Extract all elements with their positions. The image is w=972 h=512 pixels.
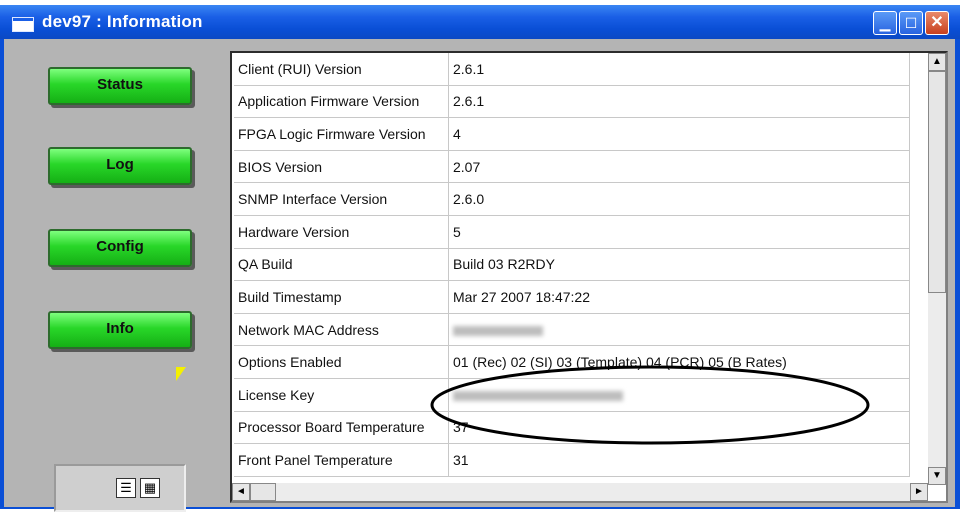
row-value: 37	[448, 411, 910, 445]
info-button[interactable]: Info	[48, 311, 192, 349]
window-icon	[12, 17, 34, 32]
row-key: Client (RUI) Version	[234, 53, 449, 86]
table-row: BIOS Version 2.07	[234, 150, 910, 184]
table-row: Build Timestamp Mar 27 2007 18:47:22	[234, 280, 910, 314]
vertical-scrollbar[interactable]: ▲ ▼	[928, 53, 946, 485]
table-row: QA Build Build 03 R2RDY	[234, 248, 910, 282]
grid-view-icon[interactable]: ▦	[140, 478, 160, 498]
row-value: Mar 27 2007 18:47:22	[448, 280, 910, 314]
scroll-down-icon[interactable]: ▼	[928, 467, 946, 485]
table-row: License Key	[234, 378, 910, 412]
row-key: Front Panel Temperature	[234, 443, 449, 477]
list-view-icon[interactable]: ☰	[116, 478, 136, 498]
row-key: BIOS Version	[234, 150, 449, 184]
scroll-up-icon[interactable]: ▲	[928, 53, 946, 71]
table-row: Application Firmware Version 2.6.1	[234, 85, 910, 119]
vertical-scroll-thumb[interactable]	[928, 71, 946, 293]
app-window: dev97 : Information ▁ ☐ ✕ Status Log Con…	[0, 5, 960, 512]
info-panel: Client (RUI) Version 2.6.1 Application Fi…	[230, 51, 948, 503]
horizontal-scroll-thumb[interactable]	[250, 483, 276, 501]
row-key: License Key	[234, 378, 449, 412]
row-value: 01 (Rec) 02 (SI) 03 (Template) 04 (PCR) …	[448, 345, 910, 379]
log-button[interactable]: Log	[48, 147, 192, 185]
row-key: FPGA Logic Firmware Version	[234, 117, 449, 151]
row-key: Application Firmware Version	[234, 85, 449, 119]
row-value	[448, 378, 910, 412]
table-row: Network MAC Address	[234, 313, 910, 347]
row-value: 4	[448, 117, 910, 151]
row-key: Processor Board Temperature	[234, 411, 449, 445]
table-row: Processor Board Temperature 37	[234, 411, 910, 445]
row-value: Build 03 R2RDY	[448, 248, 910, 282]
table-row: Options Enabled 01 (Rec) 02 (SI) 03 (Temp…	[234, 345, 910, 379]
scroll-left-icon[interactable]: ◄	[232, 483, 250, 501]
title-bar[interactable]: dev97 : Information ▁ ☐ ✕	[0, 5, 960, 39]
row-value: 2.6.1	[448, 53, 910, 86]
row-value: 2.6.0	[448, 182, 910, 216]
row-key: Network MAC Address	[234, 313, 449, 347]
row-value: 5	[448, 215, 910, 249]
config-button[interactable]: Config	[48, 229, 192, 267]
row-value: 2.07	[448, 150, 910, 184]
window-title: dev97 : Information	[42, 12, 203, 31]
horizontal-scrollbar[interactable]: ◄ ►	[232, 483, 928, 501]
table-row: Hardware Version 5	[234, 215, 910, 249]
row-key: Options Enabled	[234, 345, 449, 379]
table-row: SNMP Interface Version 2.6.0	[234, 182, 910, 216]
minimize-button[interactable]: ▁	[873, 11, 897, 35]
row-key: SNMP Interface Version	[234, 182, 449, 216]
row-key: Build Timestamp	[234, 280, 449, 314]
row-key: Hardware Version	[234, 215, 449, 249]
view-toggle-box: ☰ ▦	[54, 464, 186, 512]
status-button[interactable]: Status	[48, 67, 192, 105]
row-key: QA Build	[234, 248, 449, 282]
row-value: 2.6.1	[448, 85, 910, 119]
scroll-right-icon[interactable]: ►	[910, 483, 928, 501]
table-row: FPGA Logic Firmware Version 4	[234, 117, 910, 151]
row-value	[448, 313, 910, 347]
redacted-value	[453, 391, 623, 402]
redacted-value	[453, 325, 543, 336]
maximize-button[interactable]: ☐	[899, 11, 923, 35]
mouse-cursor-icon	[176, 367, 186, 381]
close-button[interactable]: ✕	[925, 11, 949, 35]
client-area: Status Log Config Info ☰ ▦ Client (RUI) …	[4, 39, 955, 512]
table-row: Client (RUI) Version 2.6.1	[234, 53, 910, 86]
table-row: Front Panel Temperature 31	[234, 443, 910, 477]
row-value: 31	[448, 443, 910, 477]
info-table: Client (RUI) Version 2.6.1 Application Fi…	[234, 53, 910, 477]
